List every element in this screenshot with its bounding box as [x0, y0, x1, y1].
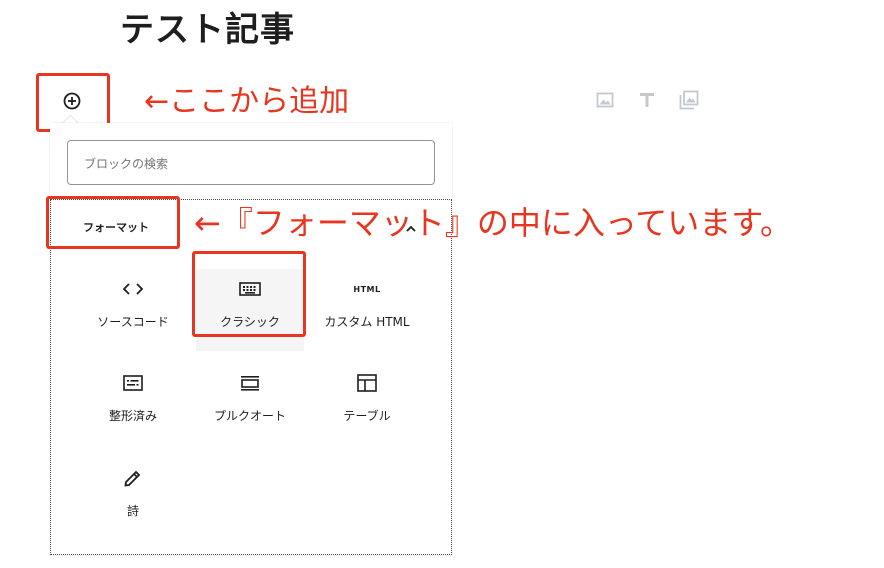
html-icon-text: HTML	[353, 284, 381, 294]
block-item-table[interactable]: テーブル	[313, 363, 421, 445]
block-item-label: 詩	[126, 504, 139, 518]
annotation-inside-formatting: ←『フォーマット』の中に入っています。	[194, 204, 793, 242]
empty-block-toolbar	[594, 89, 700, 111]
html-icon: HTML	[353, 277, 380, 301]
search-placeholder: ブロックの検索	[84, 157, 169, 171]
block-item-pullquote[interactable]: プルクオート	[196, 363, 304, 445]
table-icon	[357, 371, 377, 395]
pencil-icon	[123, 466, 143, 490]
annotation-add-here: ←ここから追加	[144, 84, 350, 119]
post-title[interactable]: テスト記事	[120, 2, 295, 51]
block-item-preformatted[interactable]: 整形済み	[79, 363, 187, 445]
block-inserter-popover: ブロックの検索 フォーマット ソースコード クラシック HTML カスタム HT…	[50, 123, 452, 555]
block-item-custom-html[interactable]: HTML カスタム HTML	[313, 269, 421, 351]
highlight-formatting-category	[46, 196, 180, 249]
text-icon[interactable]	[636, 89, 658, 111]
block-item-source-code[interactable]: ソースコード	[79, 269, 187, 351]
pullquote-icon	[240, 371, 260, 395]
image-icon[interactable]	[594, 89, 616, 111]
code-icon	[122, 277, 144, 301]
highlight-classic-block	[192, 251, 306, 337]
block-item-verse[interactable]: 詩	[79, 458, 187, 540]
block-search-input[interactable]: ブロックの検索	[67, 140, 435, 185]
block-item-label: カスタム HTML	[324, 315, 410, 329]
preformatted-icon	[123, 371, 143, 395]
gallery-icon[interactable]	[678, 89, 700, 111]
block-item-label: テーブル	[343, 409, 391, 423]
block-item-label: 整形済み	[108, 409, 157, 423]
block-item-label: プルクオート	[213, 409, 286, 423]
block-item-label: ソースコード	[97, 315, 169, 329]
